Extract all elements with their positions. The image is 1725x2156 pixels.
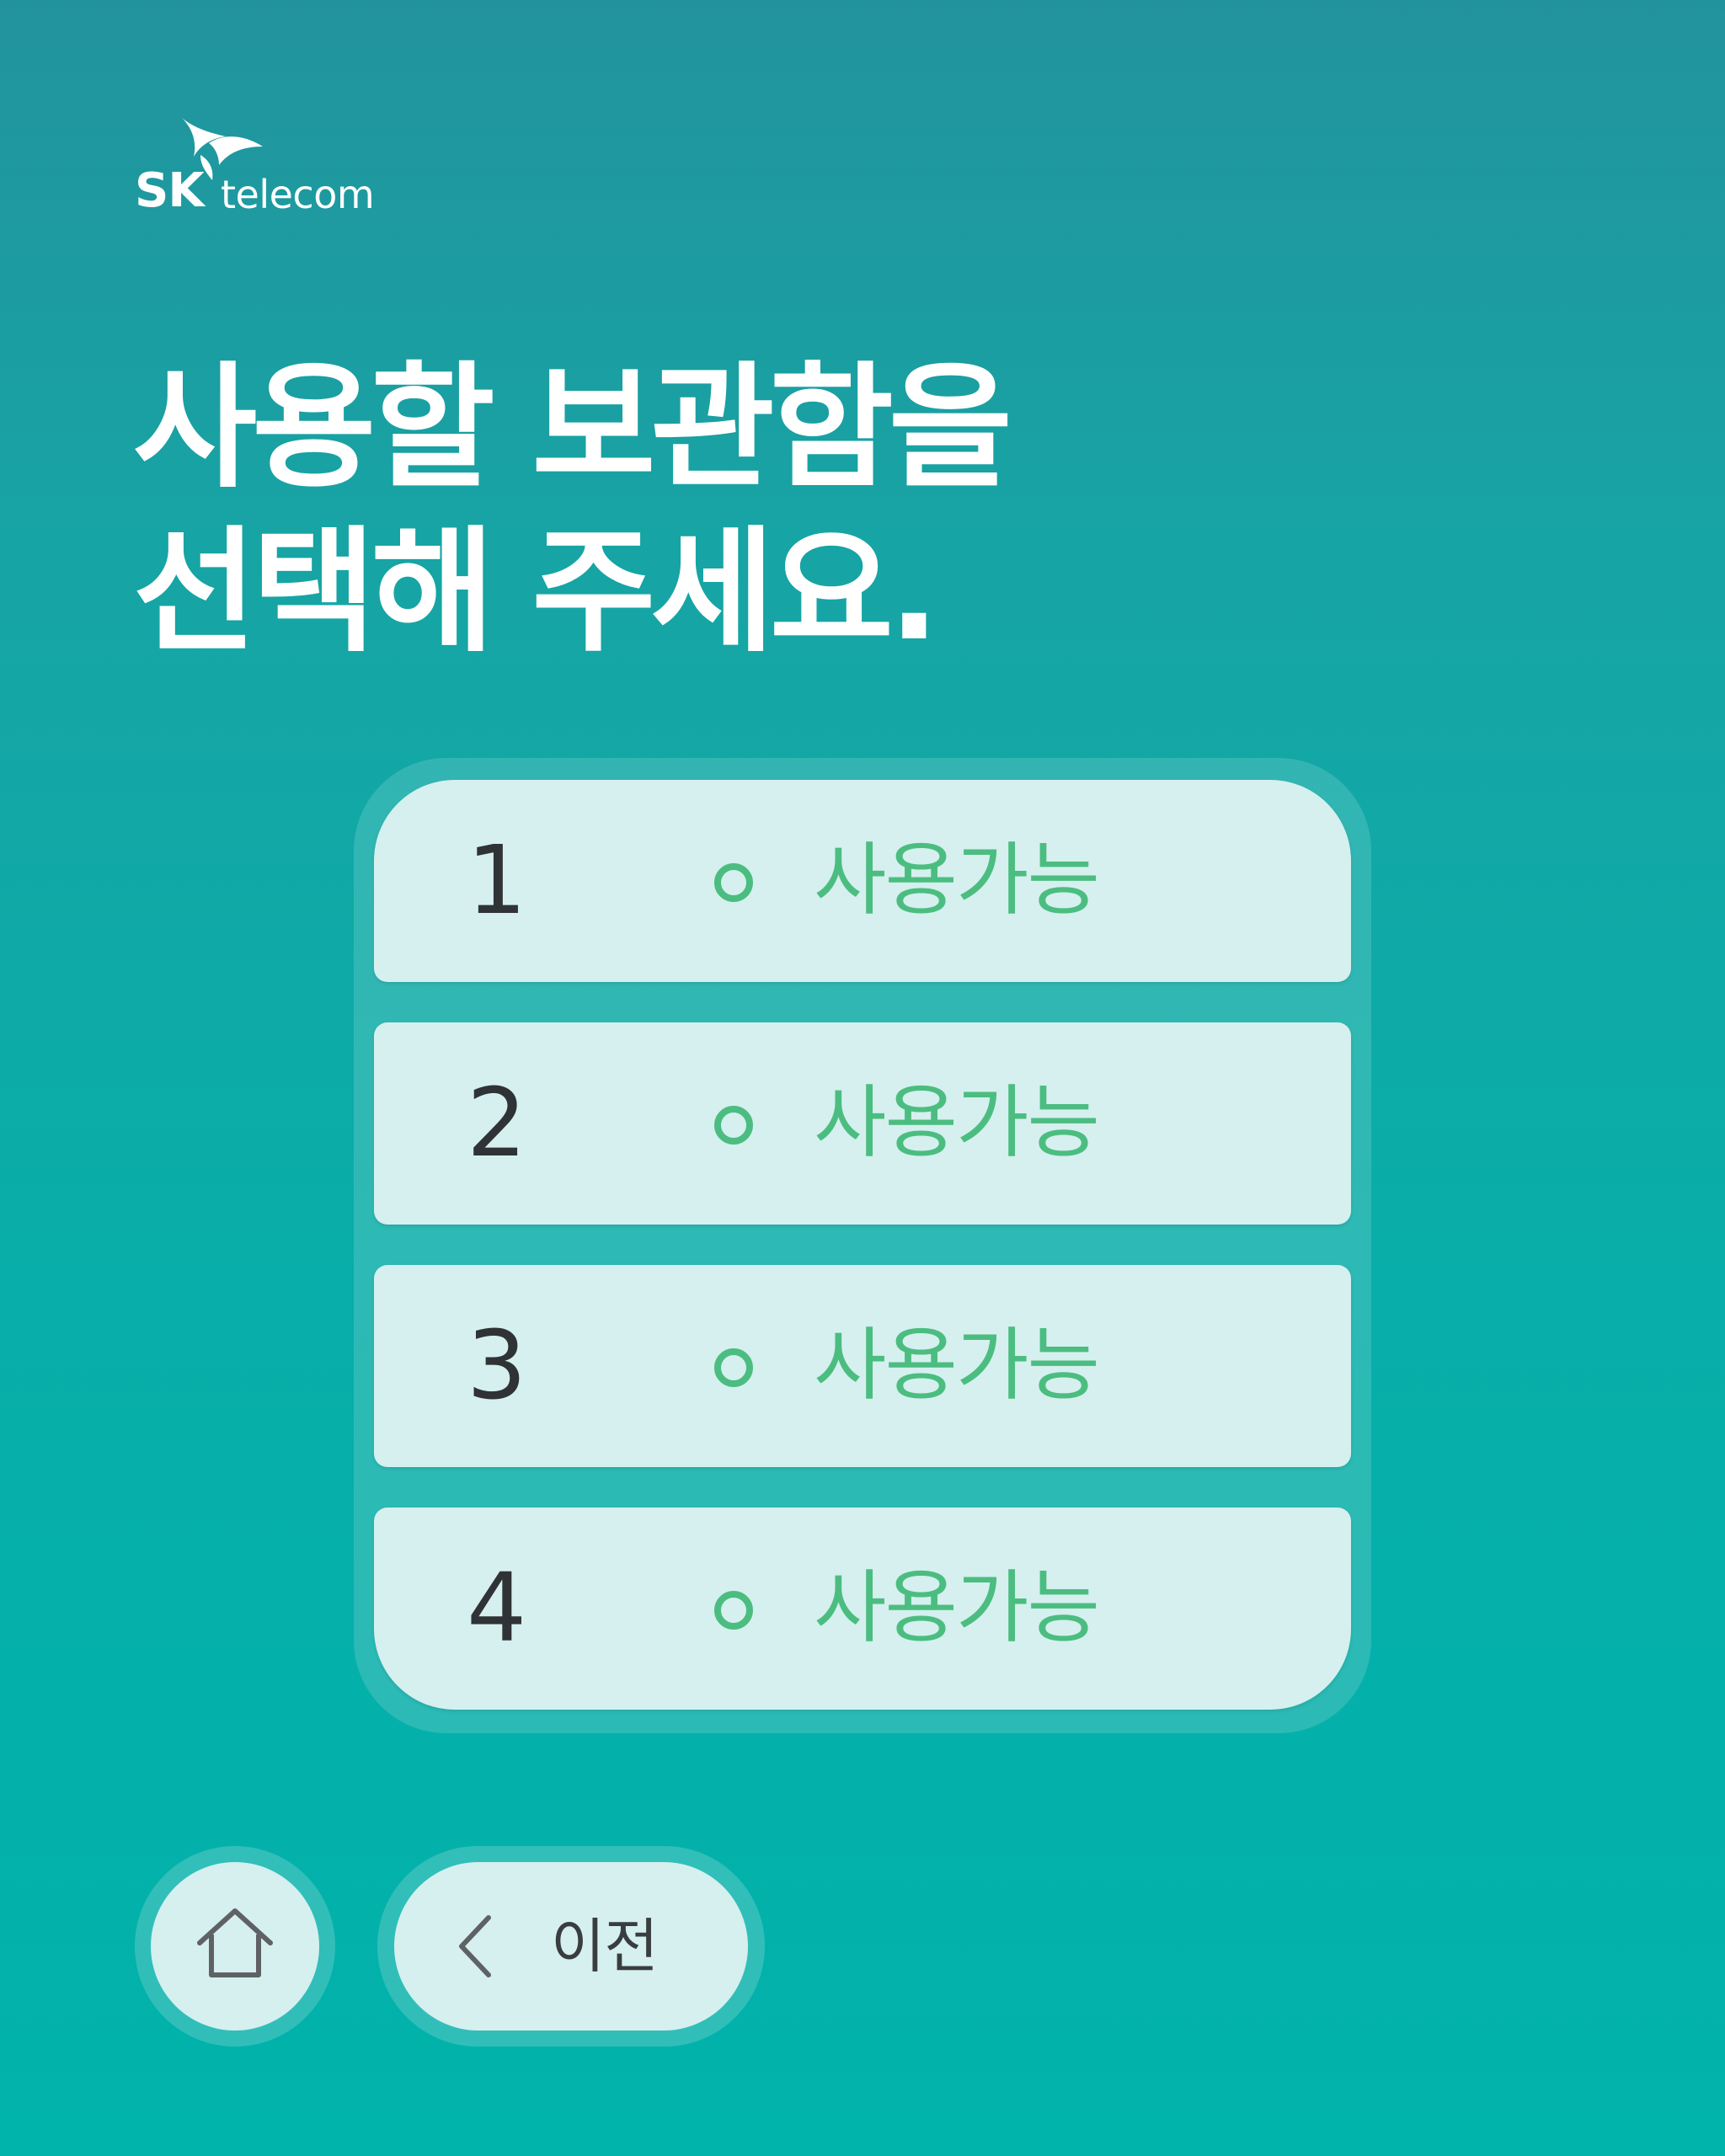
- locker-number: 1: [467, 826, 527, 936]
- available-status-icon: [714, 1106, 753, 1145]
- available-status-icon: [714, 1591, 753, 1630]
- locker-item-2[interactable]: 2 사용가능: [374, 1022, 1351, 1225]
- home-icon: [197, 1908, 273, 1977]
- home-button[interactable]: [151, 1862, 319, 2031]
- locker-number: 3: [467, 1311, 527, 1421]
- available-status-icon: [714, 863, 753, 902]
- logo-sk-text: SK: [135, 163, 205, 218]
- locker-item-1[interactable]: 1 사용가능: [374, 780, 1351, 982]
- page-title: 사용할 보관함을 선택해 주세요.: [133, 345, 1012, 674]
- locker-item-3[interactable]: 3 사용가능: [374, 1265, 1351, 1467]
- locker-number: 4: [467, 1554, 527, 1663]
- sk-telecom-logo: SK telecom: [135, 116, 387, 226]
- locker-status-label: 사용가능: [814, 1562, 1100, 1654]
- back-button-label: 이전: [551, 1912, 659, 1981]
- available-status-icon: [714, 1348, 753, 1387]
- locker-item-4[interactable]: 4 사용가능: [374, 1508, 1351, 1710]
- page-title-line-1: 사용할 보관함을: [133, 349, 1012, 506]
- back-button[interactable]: 이전: [394, 1862, 748, 2031]
- chevron-left-icon: [459, 1915, 491, 1977]
- locker-number: 2: [467, 1069, 527, 1178]
- locker-status-label: 사용가능: [814, 1077, 1100, 1169]
- logo-telecom-text: telecom: [221, 172, 375, 217]
- page-title-line-2: 선택해 주세요.: [133, 513, 940, 670]
- locker-status-label: 사용가능: [814, 835, 1100, 926]
- locker-status-label: 사용가능: [814, 1320, 1100, 1412]
